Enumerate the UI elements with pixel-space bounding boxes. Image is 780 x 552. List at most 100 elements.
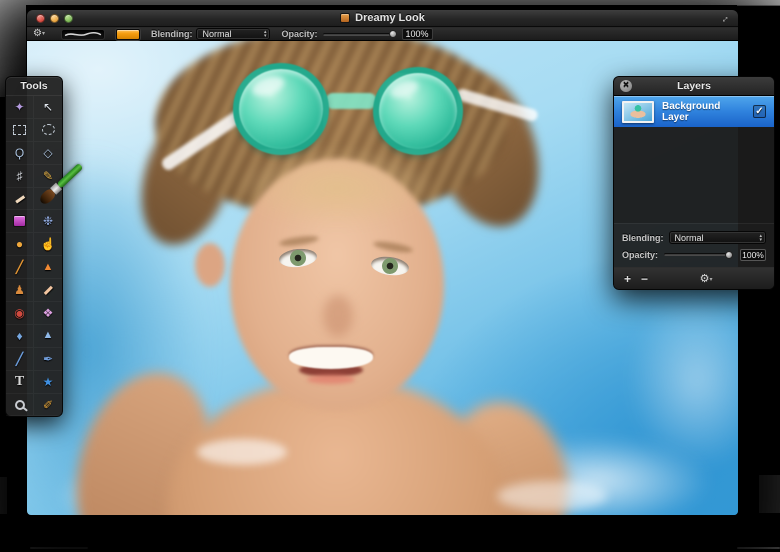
opacity-label: Opacity: [281, 29, 317, 39]
tool-clone-stamp[interactable]: ♟ [6, 279, 34, 302]
title-area: Dreamy Look [27, 10, 738, 26]
color-swatch-icon [13, 215, 26, 227]
traffic-lights [36, 14, 73, 23]
toolbar: ⚙▾ Blending: Normal ▴▾ Opacity: 100% [27, 27, 738, 41]
page-divider-line [737, 5, 780, 6]
soften-icon: ❖ [43, 307, 54, 319]
shape-icon: ★ [43, 376, 54, 388]
tools-grid: ✦↖Ϙ◇♯✎▬❉●☝╱▲♟▬◉❖♦▲╱✒T★✐ [6, 96, 62, 416]
lasso-icon: Ϙ [15, 147, 24, 159]
tool-smudge[interactable]: ☝ [34, 233, 62, 256]
photo-girl-hairline [239, 149, 435, 227]
page-artifact-right [759, 475, 780, 513]
tool-color-swatch[interactable] [6, 210, 34, 233]
heal-icon: ▬ [41, 283, 55, 297]
photo-girl-iris [289, 249, 307, 267]
tool-gradient[interactable]: ╱ [6, 348, 34, 371]
eyedropper-icon: ✐ [43, 399, 53, 411]
magic-wand-icon: ✦ [14, 101, 24, 113]
layers-panel-footer: + − ⚙▾ [614, 267, 774, 289]
tool-rectangular-marquee[interactable] [6, 119, 34, 142]
photo-goggles-bridge [325, 93, 377, 109]
move-icon: ↖ [43, 101, 53, 113]
sharpen-icon: ▲ [43, 330, 54, 341]
layers-list-empty-area[interactable] [614, 127, 774, 223]
chevron-down-icon: ▾ [709, 277, 712, 283]
tool-eyedropper[interactable]: ✐ [34, 394, 62, 417]
close-window-button[interactable] [36, 14, 45, 23]
opacity-slider-knob[interactable] [389, 30, 397, 38]
tool-shape[interactable]: ★ [34, 371, 62, 394]
close-panel-icon[interactable]: ✕ [620, 80, 632, 92]
page-bottom-line-left [30, 547, 88, 549]
rectangular-marquee-icon [13, 125, 26, 135]
opacity-value-field[interactable]: 100% [402, 28, 433, 40]
tool-paint-bucket[interactable]: ● [6, 233, 34, 256]
opacity-slider[interactable] [323, 33, 395, 36]
tool-options-gear-button[interactable]: ⚙▾ [33, 29, 45, 39]
pencil-icon: ✎ [43, 170, 53, 182]
tool-move[interactable]: ↖ [34, 96, 62, 119]
tool-crop[interactable]: ♯ [6, 165, 34, 188]
crop-icon: ♯ [17, 170, 23, 182]
tool-heal[interactable]: ▬ [34, 279, 62, 302]
tools-palette-title: Tools [6, 77, 62, 96]
tool-pencil[interactable]: ✎ [34, 165, 62, 188]
tool-pen[interactable]: ✒ [34, 348, 62, 371]
stepper-icon: ▴▾ [264, 30, 267, 38]
red-eye-icon: ◉ [14, 307, 24, 319]
tool-sponge[interactable]: ❉ [34, 210, 62, 233]
layer-blending-value: Normal [675, 233, 704, 243]
page-background-top [0, 0, 780, 5]
foreground-color-swatch[interactable] [116, 29, 140, 40]
layer-name: Background Layer [662, 101, 745, 123]
tool-red-eye[interactable]: ◉ [6, 302, 34, 325]
photo-splash [497, 481, 607, 511]
layer-opacity-value-field[interactable]: 100% [740, 249, 766, 261]
layer-row-background-layer[interactable]: Background Layer ✓ [614, 96, 774, 127]
tool-brush[interactable] [34, 188, 62, 211]
layer-opacity-slider-knob[interactable] [725, 251, 733, 259]
blending-value: Normal [202, 29, 231, 39]
blur-icon: ♦ [16, 330, 22, 342]
layer-opacity-slider[interactable] [664, 253, 732, 256]
tool-burn[interactable]: ▲ [34, 256, 62, 279]
zoom-icon [15, 400, 25, 410]
tool-soften[interactable]: ❖ [34, 302, 62, 325]
tool-dust[interactable]: ╱ [6, 256, 34, 279]
elliptical-marquee-icon [42, 124, 55, 135]
layers-panel-title: Layers [677, 80, 711, 92]
layer-thumbnail [622, 101, 654, 123]
polygonal-lasso-icon: ◇ [43, 147, 52, 159]
tool-eraser[interactable]: ▬ [6, 188, 34, 211]
brush-stroke-preview[interactable] [61, 29, 105, 40]
tool-sharpen[interactable]: ▲ [34, 325, 62, 348]
add-layer-button[interactable]: + [624, 273, 631, 285]
minimize-window-button[interactable] [50, 14, 59, 23]
burn-icon: ▲ [43, 262, 54, 273]
zoom-window-button[interactable] [64, 14, 73, 23]
photo-girl-lip [307, 375, 355, 384]
gear-icon: ⚙ [700, 273, 710, 285]
remove-layer-button[interactable]: − [641, 273, 648, 285]
layer-blending-label: Blending: [622, 233, 664, 243]
blending-dropdown[interactable]: Normal ▴▾ [196, 28, 270, 40]
tool-elliptical-marquee[interactable] [34, 119, 62, 142]
photo-goggles-lens-right [373, 67, 463, 155]
layer-visibility-checkbox[interactable]: ✓ [753, 105, 766, 118]
layers-panel-header[interactable]: ✕ Layers [614, 77, 774, 96]
expand-fullscreen-icon[interactable]: ↔ [717, 11, 734, 28]
type-icon: T [15, 375, 24, 389]
paint-bucket-icon: ● [16, 238, 23, 250]
layer-blending-dropdown[interactable]: Normal ▴▾ [669, 231, 767, 244]
tool-type[interactable]: T [6, 371, 34, 394]
tool-polygonal-lasso[interactable]: ◇ [34, 142, 62, 165]
brush-stroke-icon [62, 30, 104, 39]
title-bar[interactable]: Dreamy Look ↔ [27, 10, 738, 27]
tool-lasso[interactable]: Ϙ [6, 142, 34, 165]
tool-magic-wand[interactable]: ✦ [6, 96, 34, 119]
dust-icon: ╱ [16, 261, 23, 273]
layer-actions-gear-button[interactable]: ⚙▾ [700, 272, 713, 285]
tool-zoom[interactable] [6, 394, 34, 417]
tool-blur[interactable]: ♦ [6, 325, 34, 348]
